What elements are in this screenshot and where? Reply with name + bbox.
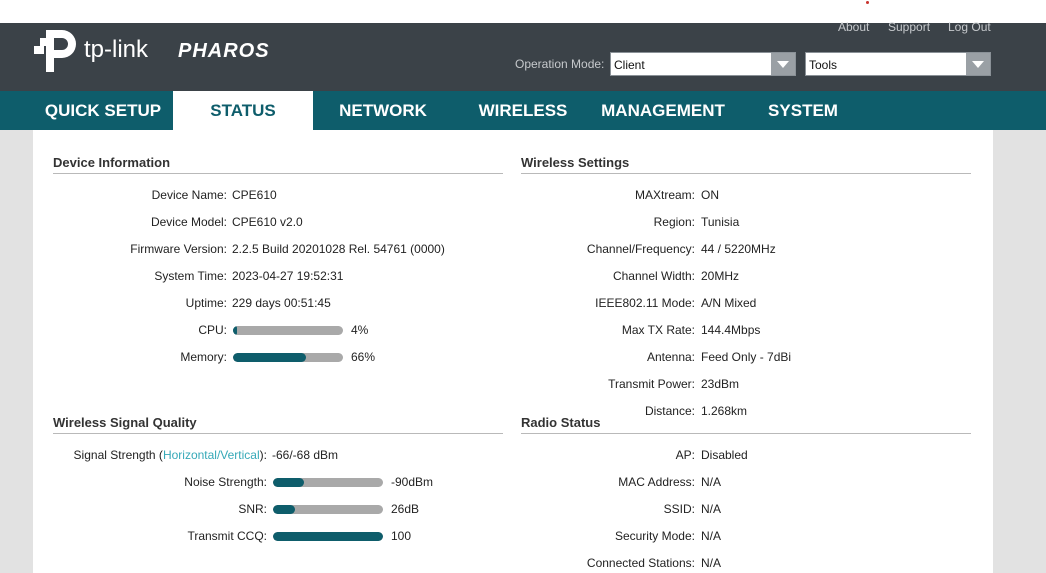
row-value: 23dBm — [701, 377, 740, 391]
status-content: Device Information Device Name: CPE610 D… — [33, 130, 993, 573]
transmit-ccq-fill — [273, 532, 383, 541]
row-label: Transmit CCQ: — [187, 529, 267, 543]
row-label: Firmware Version: — [130, 242, 227, 256]
row-value: 2.2.5 Build 20201028 Rel. 54761 (0000) — [232, 242, 445, 256]
cpu-usage-fill — [233, 326, 238, 335]
divider — [53, 433, 503, 434]
operation-mode-select[interactable]: Client — [610, 52, 796, 76]
operation-mode-label: Operation Mode: — [515, 57, 605, 71]
row-value: 44 / 5220MHz — [701, 242, 776, 256]
row-label: Transmit Power: — [608, 377, 695, 391]
row-value: Disabled — [701, 448, 748, 462]
operation-mode-value: Client — [614, 58, 645, 72]
device-info-title: Device Information — [53, 155, 171, 170]
row-value: N/A — [701, 502, 722, 516]
indicator-dot — [866, 1, 869, 4]
cpu-usage-bar — [233, 326, 343, 335]
main-nav: QUICK SETUP STATUS NETWORK WIRELESS MANA… — [0, 91, 1046, 130]
row-label: Device Model: — [150, 215, 227, 229]
row-label: SNR: — [238, 502, 267, 516]
row-value: 229 days 00:51:45 — [232, 296, 331, 310]
snr-bar — [273, 505, 383, 514]
about-link[interactable]: About — [838, 20, 869, 34]
wireless-settings-title: Wireless Settings — [521, 155, 630, 170]
tab-system[interactable]: SYSTEM — [733, 91, 873, 130]
tab-wireless[interactable]: WIRELESS — [453, 91, 593, 130]
tools-select[interactable]: Tools — [805, 52, 991, 76]
row-value: 20MHz — [701, 269, 740, 283]
signal-strength-label: Signal Strength (Horizontal/Vertical): — [73, 448, 267, 462]
row-value: A/N Mixed — [701, 296, 757, 310]
logout-link[interactable]: Log Out — [948, 20, 991, 34]
row-value: 1.268km — [701, 404, 748, 418]
row-value: 144.4Mbps — [701, 323, 761, 337]
row-label: Channel/Frequency: — [586, 242, 695, 256]
row-value: CPE610 v2.0 — [232, 215, 303, 229]
chevron-down-icon — [771, 53, 795, 75]
tools-value: Tools — [809, 58, 838, 72]
row-label: MAC Address: — [618, 475, 695, 489]
row-label: Uptime: — [185, 296, 227, 310]
signal-quality-title: Wireless Signal Quality — [53, 415, 197, 430]
product-name: PHAROS — [178, 40, 270, 62]
divider — [53, 173, 503, 174]
row-value: CPE610 — [232, 188, 277, 202]
row-value: N/A — [701, 475, 722, 489]
signal-strength-value: -66/-68 dBm — [272, 448, 339, 462]
chevron-down-icon — [966, 53, 990, 75]
radio-status-title: Radio Status — [521, 415, 601, 430]
header: tp-link PHAROS About Support Log Out Ope… — [0, 20, 1046, 91]
transmit-ccq-value: 100 — [391, 529, 412, 543]
row-value: 2023-04-27 19:52:31 — [232, 269, 344, 283]
cpu-usage-value: 4% — [351, 323, 369, 337]
memory-usage-value: 66% — [351, 350, 376, 364]
snr-fill — [273, 505, 295, 514]
support-link[interactable]: Support — [888, 20, 930, 34]
transmit-ccq-bar — [273, 532, 383, 541]
brand-name: tp-link — [84, 36, 149, 63]
tab-status[interactable]: STATUS — [173, 91, 313, 130]
memory-usage-fill — [233, 353, 306, 362]
row-label: AP: — [675, 448, 695, 462]
tp-link-logo-icon — [34, 30, 76, 72]
row-label: Memory: — [180, 350, 227, 364]
row-value: Feed Only - 7dBi — [701, 350, 792, 364]
row-label: IEEE802.11 Mode: — [595, 296, 695, 310]
row-label: Max TX Rate: — [621, 323, 695, 337]
divider — [521, 173, 971, 174]
tab-management[interactable]: MANAGEMENT — [593, 91, 733, 130]
snr-value: 26dB — [391, 502, 420, 516]
row-label: Security Mode: — [614, 529, 695, 543]
noise-strength-fill — [273, 478, 304, 487]
memory-usage-bar — [233, 353, 343, 362]
tab-network[interactable]: NETWORK — [313, 91, 453, 130]
row-label: Region: — [653, 215, 695, 229]
row-label: CPU: — [198, 323, 227, 337]
divider — [521, 433, 971, 434]
row-value: Tunisia — [701, 215, 740, 229]
row-label: Device Name: — [151, 188, 227, 202]
row-label: MAXtream: — [634, 188, 695, 202]
row-label: SSID: — [663, 502, 695, 516]
noise-strength-value: -90dBm — [391, 475, 434, 489]
row-value: ON — [701, 188, 719, 202]
row-label: Antenna: — [646, 350, 695, 364]
row-label: Channel Width: — [612, 269, 695, 283]
noise-strength-bar — [273, 478, 383, 487]
row-label: Connected Stations: — [586, 556, 695, 570]
tab-quick-setup[interactable]: QUICK SETUP — [33, 91, 173, 130]
row-value: N/A — [701, 529, 722, 543]
row-label: Noise Strength: — [184, 475, 267, 489]
row-label: System Time: — [154, 269, 227, 283]
horizontal-vertical-link[interactable]: Horizontal/Vertical — [163, 448, 260, 462]
row-value: N/A — [701, 556, 722, 570]
